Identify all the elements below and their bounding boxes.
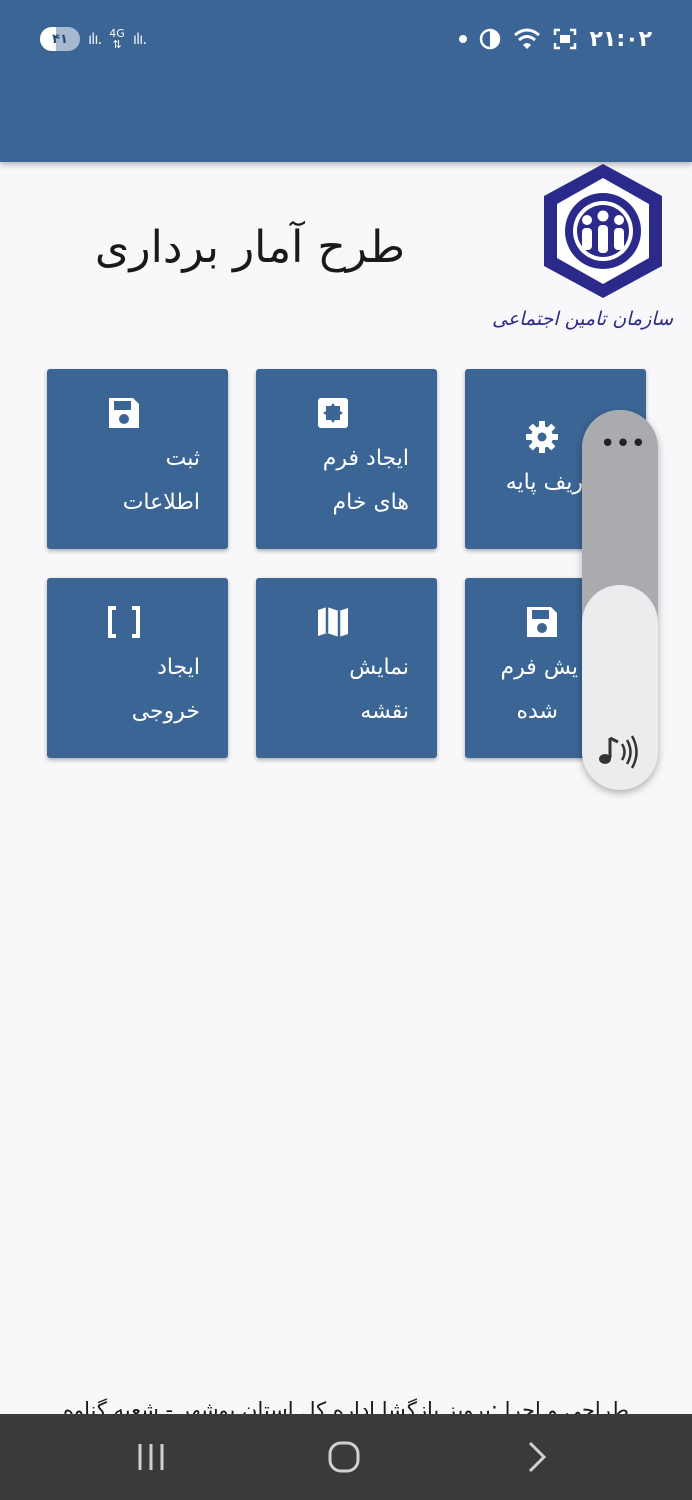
tile-label-line1: ایجاد فرم — [322, 446, 409, 471]
screenshot-icon — [554, 28, 577, 50]
signal-icon: ılı. — [88, 30, 102, 48]
tile-label-line2: خروجی — [131, 699, 200, 724]
data-saver-icon — [480, 28, 501, 50]
tile-label-line2: های خام — [332, 490, 409, 515]
tile-label-line2: اطلاعات — [122, 490, 200, 515]
home-icon[interactable] — [326, 1438, 362, 1476]
wifi-icon — [514, 28, 541, 49]
tile-label-line1: نمایش — [349, 655, 409, 680]
tile-show-map[interactable]: نمایش نقشه — [256, 578, 437, 758]
tile-create-output[interactable]: ایجاد خروجی — [47, 578, 228, 758]
signal-icon-2: ılı. — [132, 30, 147, 48]
more-options-button[interactable]: ••• — [600, 431, 646, 457]
data-arrows-icon: ⇅ — [112, 38, 122, 51]
status-clock: ۲۱:۰۲ — [589, 26, 652, 52]
tile-label-line2: نقشه — [360, 699, 409, 724]
gear-icon — [525, 421, 558, 453]
tile-label-line1: ثبت — [165, 446, 200, 471]
status-bar-right: ۲۱:۰۲ — [459, 22, 652, 56]
tile-label-line1: ایجاد — [157, 655, 200, 680]
status-bar-left: ۴۱ ılı. 4G ⇅ ılı. — [40, 22, 147, 56]
page-title: طرح آمار برداری — [94, 222, 406, 273]
map-icon — [317, 607, 348, 637]
network-indicator: 4G ⇅ — [109, 28, 125, 50]
battery-indicator: ۴۱ — [40, 27, 80, 51]
notification-dot-icon — [459, 35, 468, 43]
brackets-icon — [107, 606, 140, 638]
back-icon[interactable] — [524, 1438, 550, 1476]
recent-apps-icon[interactable] — [136, 1438, 166, 1476]
save-icon — [526, 607, 557, 637]
save-icon — [108, 398, 139, 428]
tile-register-data[interactable]: ثبت اطلاعات — [47, 369, 228, 549]
music-volume-icon[interactable] — [596, 732, 644, 772]
tile-create-raw-forms[interactable]: ایجاد فرم های خام — [256, 369, 437, 549]
battery-percent: ۴۱ — [52, 31, 68, 47]
app-bar: ۴۱ ılı. 4G ⇅ ılı. ۲۱:۰۲ — [0, 0, 692, 162]
system-nav-bar — [0, 1414, 692, 1500]
volume-panel[interactable]: ••• — [582, 410, 658, 790]
puzzle-icon — [317, 398, 348, 428]
logo-caption: سازمان تامین اجتماعی — [491, 308, 673, 330]
